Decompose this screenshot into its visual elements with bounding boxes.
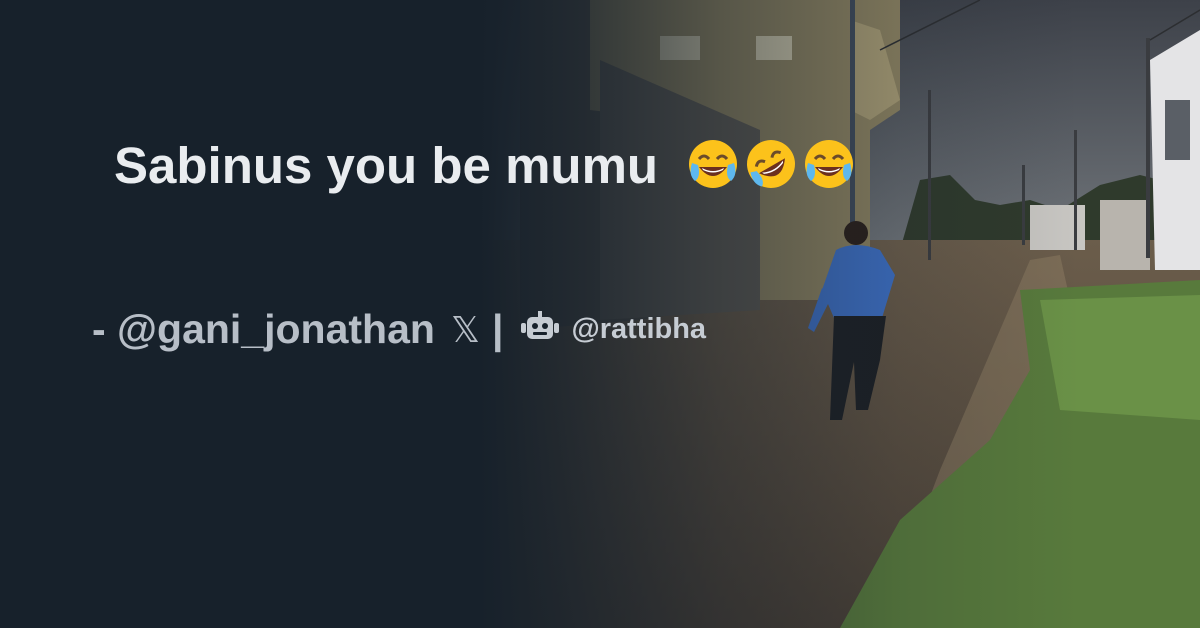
face-with-tears-of-joy-icon — [805, 139, 854, 188]
robot-icon — [521, 311, 560, 348]
quote-text: Sabinus you be mumu — [114, 137, 659, 194]
rolling-on-the-floor-laughing-icon — [747, 139, 796, 188]
share-card: Sabinus you be mumu - @gani_jonathan 𝕏 |… — [0, 0, 1200, 628]
emoji-group — [686, 137, 856, 191]
author-handle: - @gani_jonathan — [92, 306, 435, 352]
x-logo-icon: 𝕏 — [450, 308, 480, 350]
brand-handle: @rattibha — [571, 313, 707, 345]
separator: | — [491, 306, 504, 352]
quote-headline: Sabinus you be mumu — [114, 134, 856, 198]
face-with-tears-of-joy-icon — [689, 139, 738, 188]
attribution-line: - @gani_jonathan 𝕏 | @rattibha — [92, 306, 706, 353]
